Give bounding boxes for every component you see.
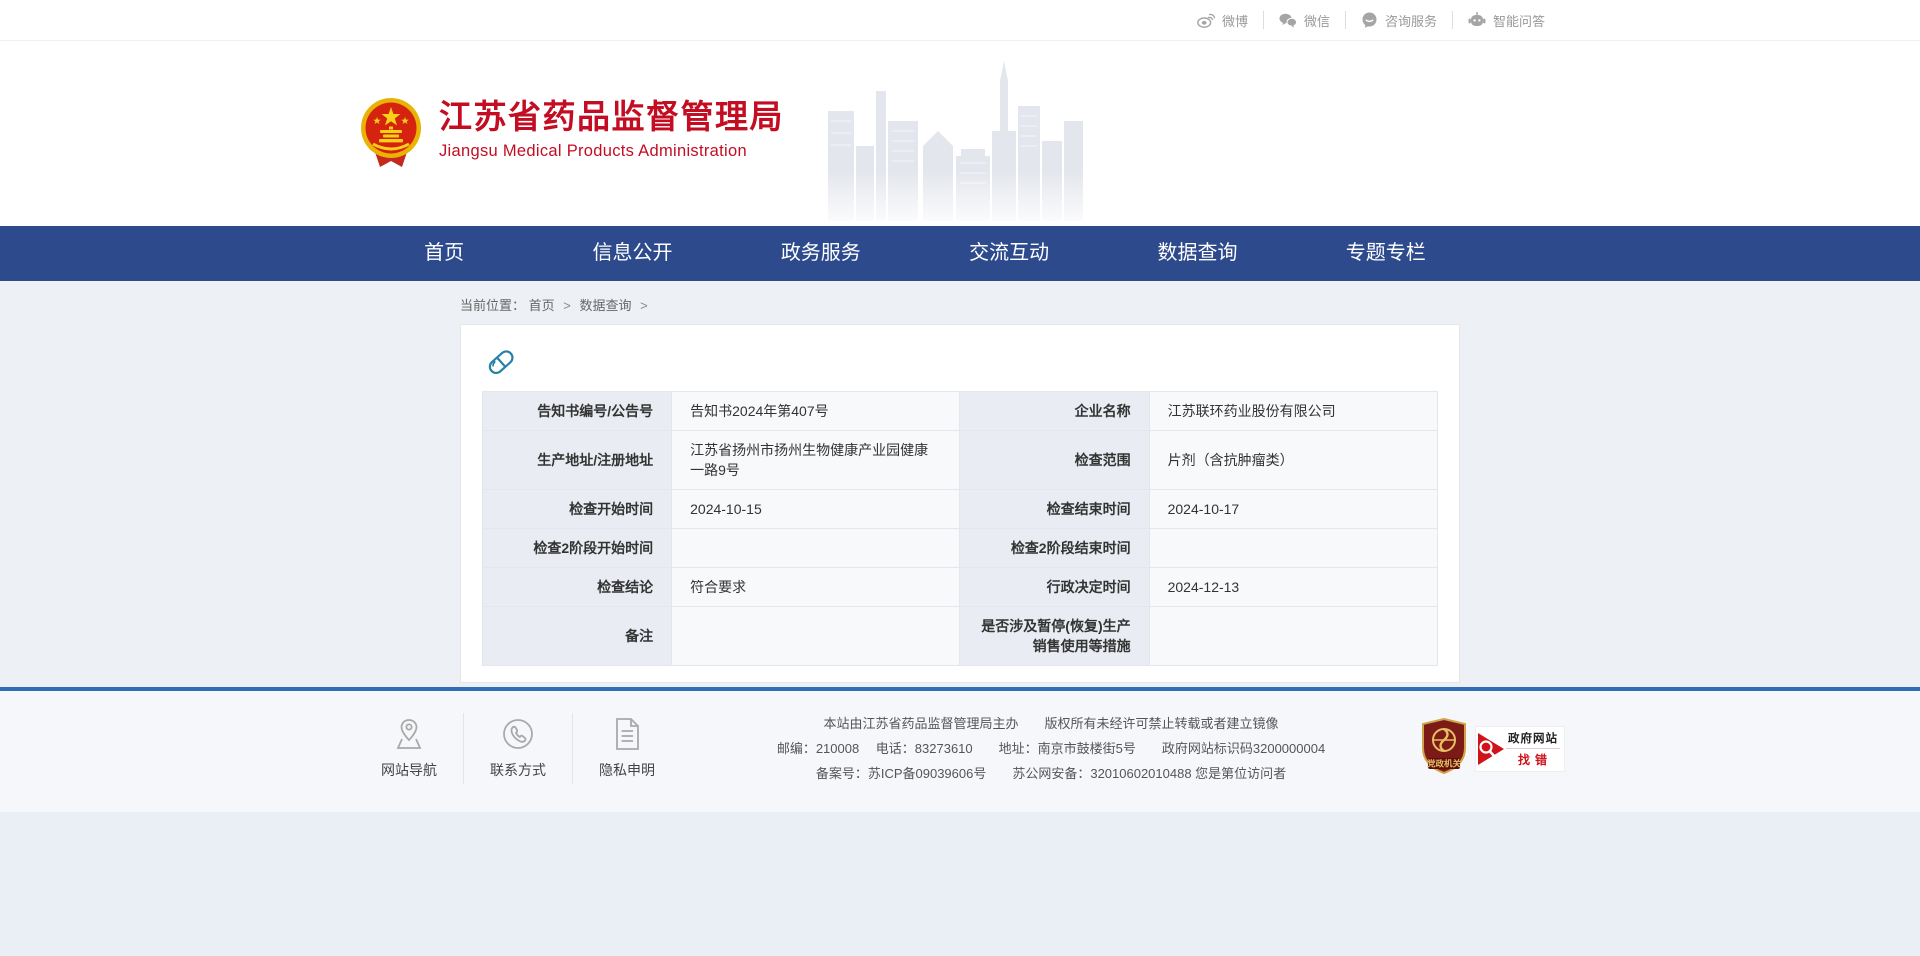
- wechat-icon: [1279, 13, 1297, 28]
- page: 微博 微信 咨询服务 智能问答: [0, 0, 1920, 916]
- nav-item-home[interactable]: 首页: [350, 226, 538, 281]
- field-value: 2024-12-13: [1149, 568, 1437, 607]
- site-header: 江苏省药品监督管理局 Jiangsu Medical Products Admi…: [0, 41, 1920, 226]
- field-value: 告知书2024年第407号: [672, 392, 960, 431]
- wechat-label: 微信: [1304, 11, 1330, 30]
- field-value: 江苏联环药业股份有限公司: [1149, 392, 1437, 431]
- site-footer: 网站导航 联系方式: [0, 691, 1920, 812]
- field-value: [1149, 529, 1437, 568]
- map-pin-icon: [381, 717, 437, 751]
- contact-label: 联系方式: [490, 760, 546, 780]
- breadcrumb-separator: >: [640, 298, 648, 313]
- table-row: 检查结论 符合要求 行政决定时间 2024-12-13: [483, 568, 1438, 607]
- breadcrumb-separator: >: [563, 298, 571, 313]
- breadcrumb-home-link[interactable]: 首页: [529, 298, 555, 313]
- field-label: 是否涉及暂停(恢复)生产销售使用等措施: [960, 607, 1149, 666]
- smart-qa-link[interactable]: 智能问答: [1452, 11, 1560, 29]
- table-row: 检查开始时间 2024-10-15 检查结束时间 2024-10-17: [483, 490, 1438, 529]
- field-label: 备注: [483, 607, 672, 666]
- detail-card: 告知书编号/公告号 告知书2024年第407号 企业名称 江苏联环药业股份有限公…: [460, 324, 1460, 683]
- main-nav: 首页 信息公开 政务服务 交流互动 数据查询 专题专栏: [0, 226, 1920, 281]
- field-label: 告知书编号/公告号: [483, 392, 672, 431]
- nav-item-gov-services[interactable]: 政务服务: [727, 226, 915, 281]
- field-label: 检查开始时间: [483, 490, 672, 529]
- privacy-link[interactable]: 隐私申明: [572, 713, 681, 784]
- chat-icon: [1361, 12, 1378, 28]
- document-icon: [599, 717, 655, 751]
- table-row: 告知书编号/公告号 告知书2024年第407号 企业名称 江苏联环药业股份有限公…: [483, 392, 1438, 431]
- weibo-link[interactable]: 微博: [1182, 11, 1263, 29]
- footer-line-icp: 备案号：苏ICP备09039606号 苏公网安备：32010602010488 …: [689, 761, 1413, 786]
- consult-service-label: 咨询服务: [1385, 11, 1437, 30]
- field-value: 2024-10-17: [1149, 490, 1437, 529]
- breadcrumb-section-link[interactable]: 数据查询: [580, 298, 632, 313]
- robot-icon: [1468, 12, 1486, 28]
- phone-icon: [490, 717, 546, 751]
- footer-quick-links: 网站导航 联系方式: [355, 713, 681, 784]
- breadcrumb-prefix: 当前位置：: [460, 298, 525, 313]
- pill-icon: [484, 345, 1438, 379]
- weibo-label: 微博: [1222, 11, 1248, 30]
- city-skyline-graphic: [828, 51, 1083, 226]
- site-map-link[interactable]: 网站导航: [355, 713, 463, 784]
- brand[interactable]: 江苏省药品监督管理局 Jiangsu Medical Products Admi…: [360, 97, 784, 174]
- gov-site-badge-bottom-label: 找错: [1506, 751, 1564, 768]
- contact-link[interactable]: 联系方式: [463, 713, 572, 784]
- footer-line-contact: 邮编：210008 电话：83273610 地址：南京市鼓楼街5号 政府网站标识…: [689, 736, 1413, 761]
- field-label: 行政决定时间: [960, 568, 1149, 607]
- field-value: 江苏省扬州市扬州生物健康产业园健康一路9号: [672, 431, 960, 490]
- nav-item-interaction[interactable]: 交流互动: [915, 226, 1103, 281]
- field-value: 符合要求: [672, 568, 960, 607]
- footer-text: 本站由江苏省药品监督管理局主办 版权所有未经许可禁止转载或者建立镜像 邮编：21…: [681, 711, 1421, 786]
- field-label: 检查2阶段开始时间: [483, 529, 672, 568]
- field-label: 企业名称: [960, 392, 1149, 431]
- top-utility-bar: 微博 微信 咨询服务 智能问答: [0, 0, 1920, 41]
- footer-line-host: 本站由江苏省药品监督管理局主办 版权所有未经许可禁止转载或者建立镜像: [689, 711, 1413, 736]
- inspection-detail-table: 告知书编号/公告号 告知书2024年第407号 企业名称 江苏联环药业股份有限公…: [482, 391, 1438, 666]
- field-label: 检查2阶段结束时间: [960, 529, 1149, 568]
- nav-item-data-query[interactable]: 数据查询: [1103, 226, 1291, 281]
- footer-badges: 党政机关 政府网站 找错: [1421, 718, 1565, 779]
- field-value: 片剂（含抗肿瘤类）: [1149, 431, 1437, 490]
- consult-service-link[interactable]: 咨询服务: [1345, 11, 1452, 29]
- site-subtitle: Jiangsu Medical Products Administration: [439, 142, 784, 161]
- field-label: 检查结束时间: [960, 490, 1149, 529]
- svg-text:党政机关: 党政机关: [1427, 759, 1462, 769]
- field-value: [1149, 607, 1437, 666]
- page-bottom-background: [0, 812, 1920, 956]
- field-label: 检查范围: [960, 431, 1149, 490]
- field-value: [672, 607, 960, 666]
- field-label: 生产地址/注册地址: [483, 431, 672, 490]
- nav-item-special-topics[interactable]: 专题专栏: [1292, 226, 1480, 281]
- content-area: 当前位置： 首页 > 数据查询 > 告知书编号/公告号 告知书2024: [0, 281, 1920, 691]
- nav-item-info-disclosure[interactable]: 信息公开: [538, 226, 726, 281]
- field-value: 2024-10-15: [672, 490, 960, 529]
- national-emblem-icon: [360, 97, 422, 174]
- site-title: 江苏省药品监督管理局: [439, 97, 784, 137]
- field-value: [672, 529, 960, 568]
- privacy-label: 隐私申明: [599, 760, 655, 780]
- gov-site-error-report-badge[interactable]: 政府网站 找错: [1475, 726, 1565, 772]
- smart-qa-label: 智能问答: [1493, 11, 1545, 30]
- breadcrumb: 当前位置： 首页 > 数据查询 >: [460, 293, 1460, 324]
- table-row: 生产地址/注册地址 江苏省扬州市扬州生物健康产业园健康一路9号 检查范围 片剂（…: [483, 431, 1438, 490]
- party-gov-badge-icon[interactable]: 党政机关: [1421, 718, 1467, 779]
- table-row: 检查2阶段开始时间 检查2阶段结束时间: [483, 529, 1438, 568]
- site-map-label: 网站导航: [381, 760, 437, 780]
- wechat-link[interactable]: 微信: [1263, 11, 1345, 29]
- gov-site-badge-top-label: 政府网站: [1506, 730, 1560, 749]
- table-row: 备注 是否涉及暂停(恢复)生产销售使用等措施: [483, 607, 1438, 666]
- field-label: 检查结论: [483, 568, 672, 607]
- weibo-icon: [1197, 13, 1215, 28]
